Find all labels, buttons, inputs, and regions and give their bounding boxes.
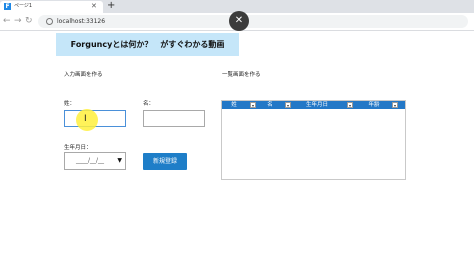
date-placeholder: ____/__/__ [76,157,105,164]
click-highlight [76,109,98,131]
list-grid: 姓 ▾ 名 ▾ 生年月日 ▾ 年齢 ▾ [221,100,406,180]
address-bar[interactable]: localhost:33126 [38,15,468,28]
last-name-label: 姓： [64,101,76,107]
filter-icon[interactable]: ▾ [347,102,353,108]
birthdate-label: 生年月日： [64,145,92,151]
back-icon[interactable]: ← [3,15,11,28]
browser-tab[interactable]: F ページ1 ✕ [0,1,103,13]
grid-header: 姓 ▾ 名 ▾ 生年月日 ▾ 年齢 ▾ [222,101,405,109]
column-header-birthdate: 生年月日 [305,102,328,108]
column-header-age: 年齢 [368,102,380,108]
tab-close-icon[interactable]: ✕ [91,2,97,11]
new-tab-icon[interactable]: + [107,0,115,12]
info-icon [46,18,53,25]
video-banner: Forguncyとは何か？ がすぐわかる動画 [56,33,239,56]
dropdown-icon[interactable]: ▼ [117,153,122,169]
first-name-input[interactable] [143,110,205,127]
filter-icon[interactable]: ▾ [392,102,398,108]
forguncy-favicon-icon: F [4,3,11,10]
close-icon[interactable]: ✕ [229,11,249,31]
reload-icon[interactable]: ↻ [25,15,33,28]
column-header-first-name: 名 [267,102,273,108]
birthdate-picker[interactable]: ____/__/__ ▼ [64,152,126,170]
browser-window: F ページ1 ✕ + ← → ↻ localhost:33126 ✕ Forgu… [0,0,474,253]
filter-icon[interactable]: ▾ [250,102,256,108]
forward-icon[interactable]: → [14,15,22,28]
tab-title: ページ1 [14,3,33,9]
first-name-label: 名： [143,101,155,107]
register-button[interactable]: 新規登録 [143,153,187,170]
list-section-title: 一覧画面を作る [222,72,261,78]
filter-icon[interactable]: ▾ [285,102,291,108]
url-text: localhost:33126 [57,18,106,25]
text-cursor-icon: I [84,114,87,124]
column-header-last-name: 姓 [231,102,237,108]
input-section-title: 入力画面を作る [64,72,103,78]
